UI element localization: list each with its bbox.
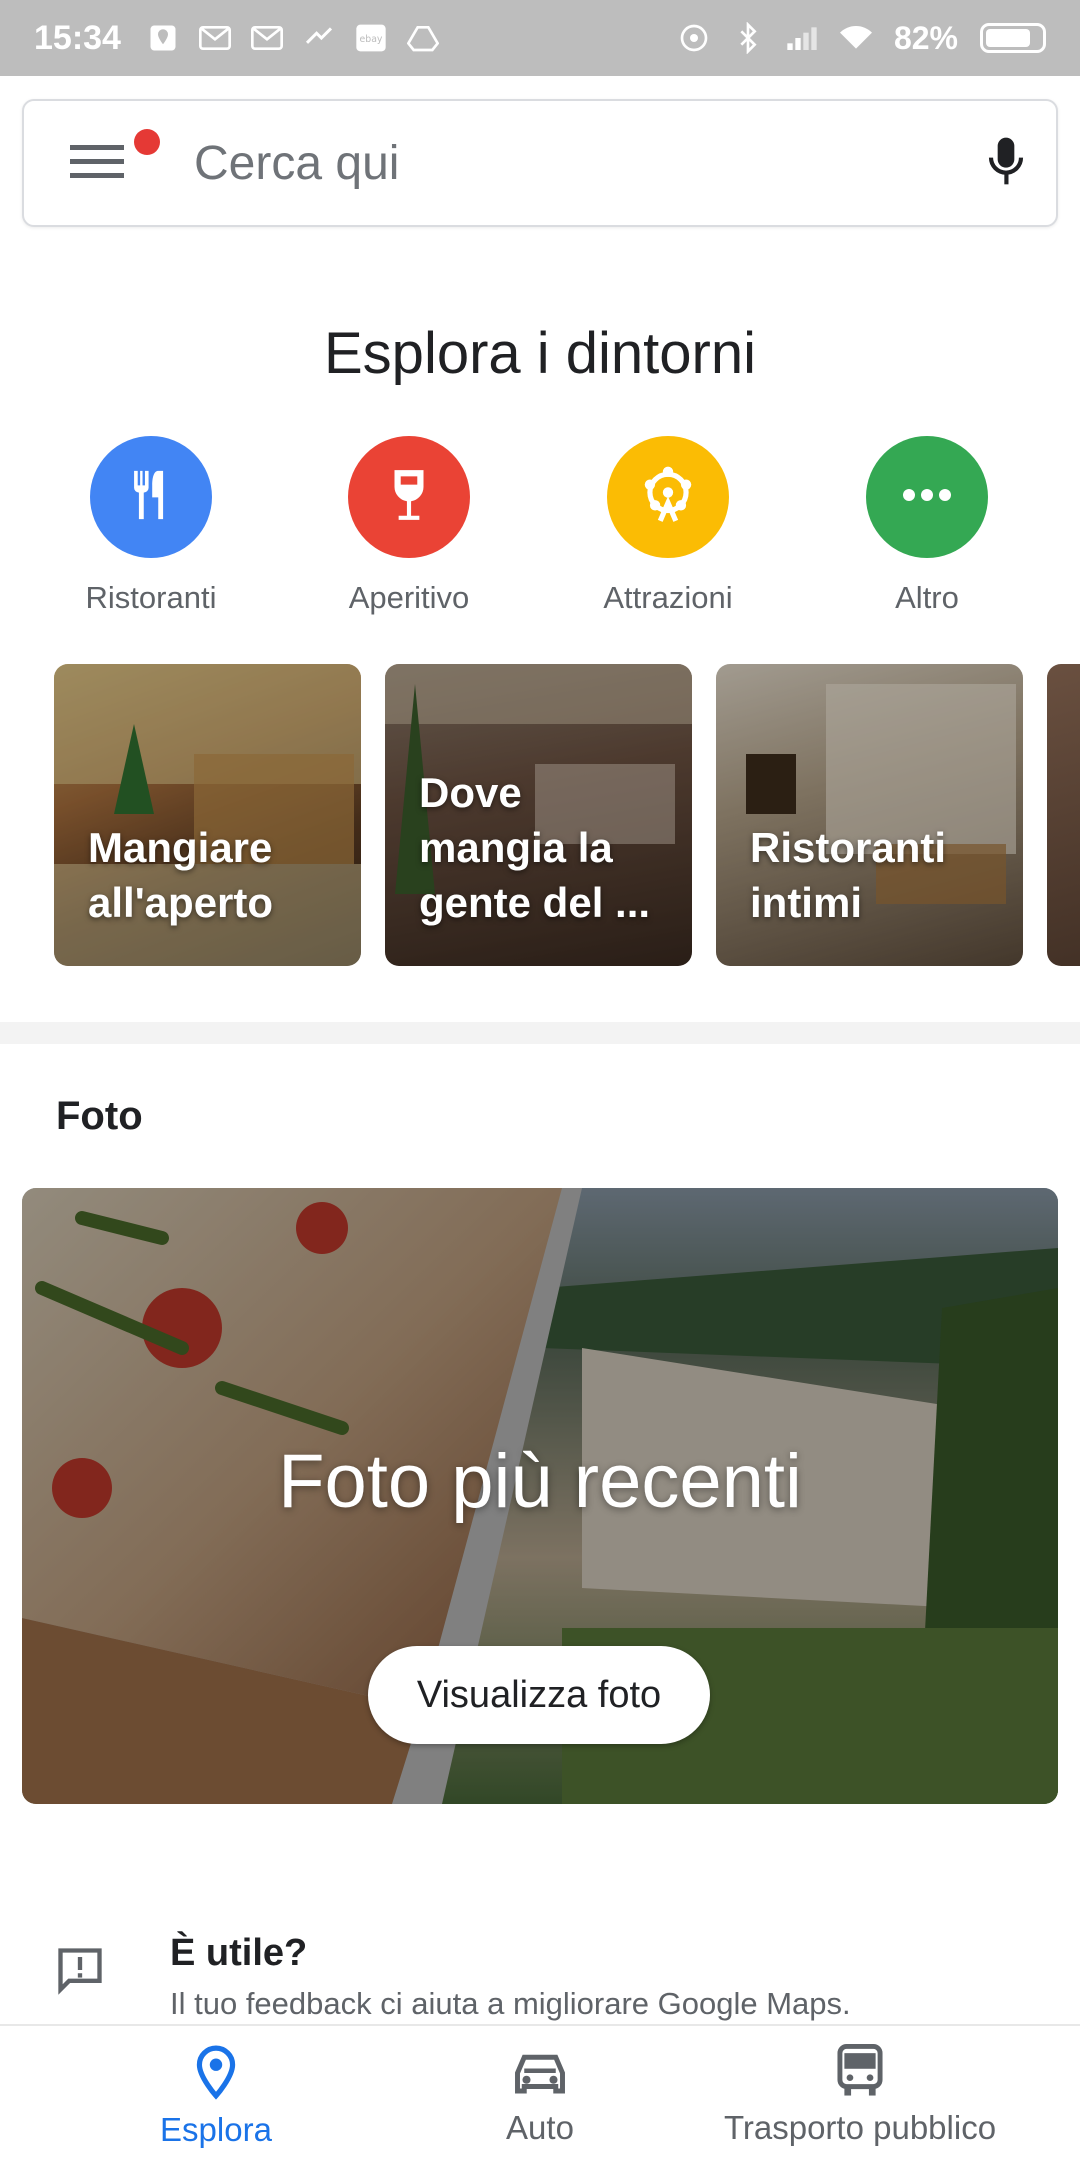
- nav-transit[interactable]: Trasporto pubblico: [700, 2026, 1020, 2162]
- category-more[interactable]: Altro: [817, 436, 1037, 616]
- category-row: Ristoranti Aperitivo Attrazioni Altro: [0, 436, 1080, 616]
- more-icon: [901, 487, 953, 508]
- category-attractions[interactable]: Attrazioni: [558, 436, 778, 616]
- explore-title: Esplora i dintorni: [324, 321, 756, 386]
- suggestion-card[interactable]: Mangiare all'aperto: [54, 664, 361, 966]
- cast-icon: [303, 22, 335, 54]
- view-photos-button[interactable]: Visualizza foto: [368, 1646, 710, 1744]
- wine-glass-icon: [383, 466, 435, 529]
- category-aperitivo[interactable]: Aperitivo: [299, 436, 519, 616]
- suggestion-card[interactable]: Ristoranti intimi: [716, 664, 1023, 966]
- search-bar: [22, 99, 1058, 227]
- category-icon-circle: [90, 436, 212, 558]
- wifi-icon: [839, 22, 872, 54]
- photos-section-title: Foto: [56, 1094, 143, 1138]
- recent-photos-title: Foto più recenti: [278, 1439, 802, 1524]
- maps-icon: [147, 22, 179, 54]
- ferris-wheel-icon: [637, 464, 699, 531]
- gmail-icon: [198, 22, 231, 54]
- card-label: Dove mangia la gente del ...: [419, 769, 651, 926]
- card-label: Mangiare all'aperto: [88, 824, 274, 926]
- recent-photos-card[interactable]: Foto più recenti Visualizza foto: [22, 1188, 1058, 1804]
- fork-knife-icon: [122, 466, 180, 529]
- category-icon-circle: [607, 436, 729, 558]
- category-label: Altro: [895, 580, 959, 615]
- battery-icon: [980, 23, 1046, 53]
- battery-percent: 82%: [893, 19, 958, 56]
- nav-label: Auto: [506, 2109, 574, 2146]
- microphone-icon: [986, 134, 1026, 193]
- card-label: Ristoranti intimi: [750, 824, 947, 926]
- signal-icon: [786, 22, 818, 54]
- status-bar: 15:34 ebay 82%: [0, 0, 1080, 76]
- bluetooth-icon: [732, 22, 764, 54]
- suggestion-card-partial[interactable]: [1047, 664, 1080, 966]
- nav-car[interactable]: Auto: [460, 2026, 620, 2162]
- category-icon-circle: [348, 436, 470, 558]
- category-label: Ristoranti: [85, 580, 217, 615]
- suggestion-card[interactable]: Dove mangia la gente del ...: [385, 664, 692, 966]
- car-icon: [460, 2046, 620, 2105]
- bottom-navigation: Esplora Auto Trasporto pubblico: [0, 2024, 1080, 2160]
- nav-label: Trasporto pubblico: [723, 2109, 997, 2146]
- suggestion-carousel[interactable]: Mangiare all'aperto Dove mangia la gente…: [54, 664, 1080, 966]
- menu-button[interactable]: [42, 101, 160, 225]
- gmail-icon: [250, 22, 283, 54]
- section-divider: [0, 1022, 1080, 1044]
- notification-dot: [134, 129, 160, 155]
- place-icon: [136, 2044, 296, 2107]
- feedback-section[interactable]: È utile? Il tuo feedback ci aiuta a migl…: [0, 1884, 1080, 2021]
- hamburger-icon: [70, 141, 124, 186]
- search-input[interactable]: [192, 134, 956, 192]
- voice-search-button[interactable]: [956, 101, 1056, 225]
- svg-text:ebay: ebay: [360, 34, 383, 45]
- feedback-subtitle: Il tuo feedback ci aiuta a migliorare Go…: [170, 1986, 851, 2021]
- drive-icon: [406, 22, 439, 54]
- battery-fill: [986, 29, 1031, 47]
- category-restaurants[interactable]: Ristoranti: [41, 436, 261, 616]
- category-icon-circle: [866, 436, 988, 558]
- hotspot-icon: [678, 22, 710, 54]
- category-label: Attrazioni: [603, 580, 733, 615]
- nav-label: Esplora: [160, 2111, 272, 2148]
- status-time: 15:34: [34, 18, 121, 57]
- bus-icon: [700, 2042, 1020, 2105]
- feedback-title: È utile?: [170, 1932, 308, 1974]
- category-label: Aperitivo: [348, 580, 470, 615]
- ebay-icon: ebay: [355, 22, 387, 54]
- feedback-icon: [54, 1944, 106, 2001]
- nav-explore[interactable]: Esplora: [136, 2026, 296, 2162]
